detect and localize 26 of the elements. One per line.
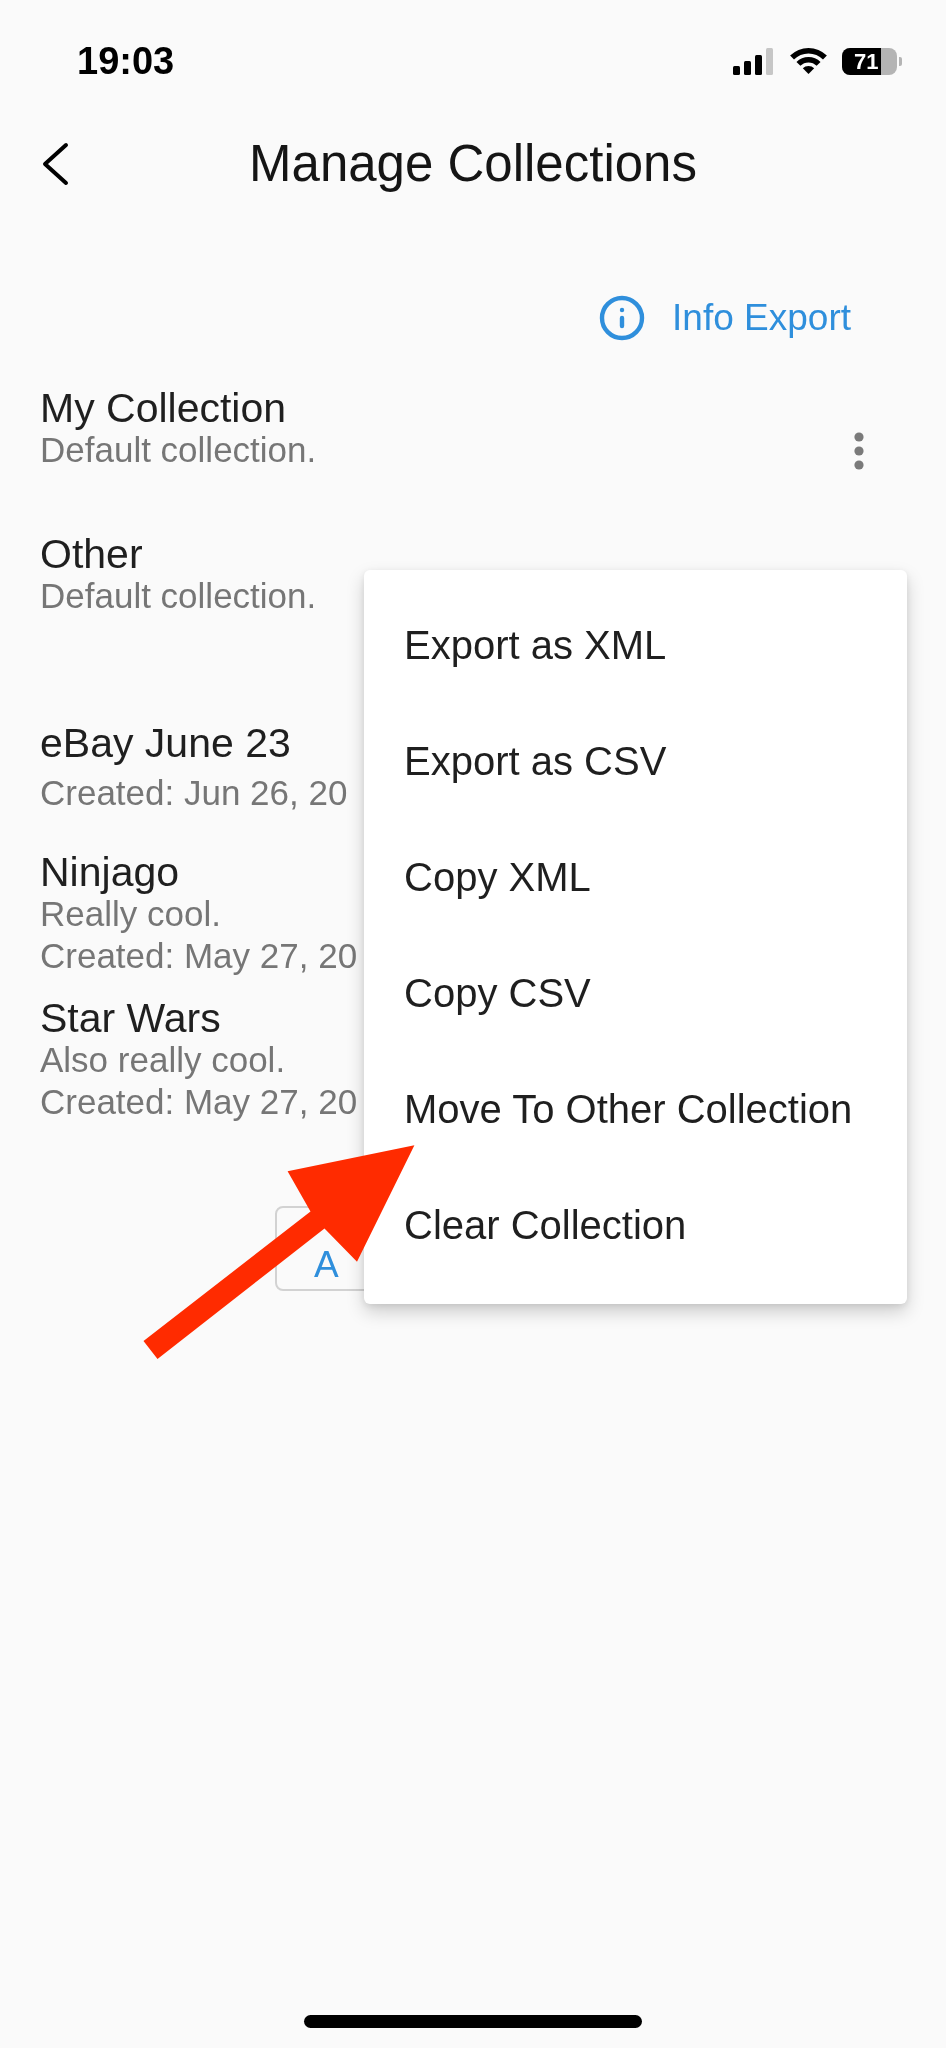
collection-description: Default collection. bbox=[40, 430, 317, 471]
menu-item[interactable]: Export as CSV bbox=[404, 736, 667, 786]
collection-created-date: Created: May 27, 20 bbox=[40, 935, 358, 977]
menu-item[interactable]: Move To Other Collection bbox=[404, 1084, 853, 1134]
collection-title: Star Wars bbox=[40, 997, 221, 1039]
collection-title: Ninjago bbox=[40, 851, 180, 893]
battery-percentage: 71 bbox=[854, 49, 879, 73]
collection-description: Really cool. bbox=[40, 894, 221, 935]
collection-description: Default collection. bbox=[40, 575, 317, 617]
chevron-left-icon[interactable] bbox=[40, 142, 70, 186]
menu-item[interactable]: Clear Collection bbox=[404, 1200, 687, 1250]
menu-item[interactable]: Copy XML bbox=[404, 852, 591, 902]
collection-created-date: Created: May 27, 20 bbox=[40, 1081, 358, 1123]
collection-created-date: Created: Jun 26, 20 bbox=[40, 772, 348, 814]
status-time: 19:03 bbox=[77, 42, 175, 80]
collection-title: Other bbox=[40, 533, 143, 575]
info-icon bbox=[598, 294, 647, 342]
collection-title: My Collection bbox=[40, 387, 287, 429]
collection-description: Also really cool. bbox=[40, 1039, 286, 1081]
page-title: Manage Collections bbox=[249, 134, 697, 194]
menu-item[interactable]: Copy CSV bbox=[404, 968, 591, 1018]
signal-icon bbox=[733, 47, 775, 75]
vertical-dots-icon[interactable] bbox=[854, 432, 864, 470]
wifi-icon bbox=[789, 47, 828, 75]
collection-title: eBay June 23 bbox=[40, 722, 291, 764]
menu-item[interactable]: Export as XML bbox=[404, 620, 667, 670]
